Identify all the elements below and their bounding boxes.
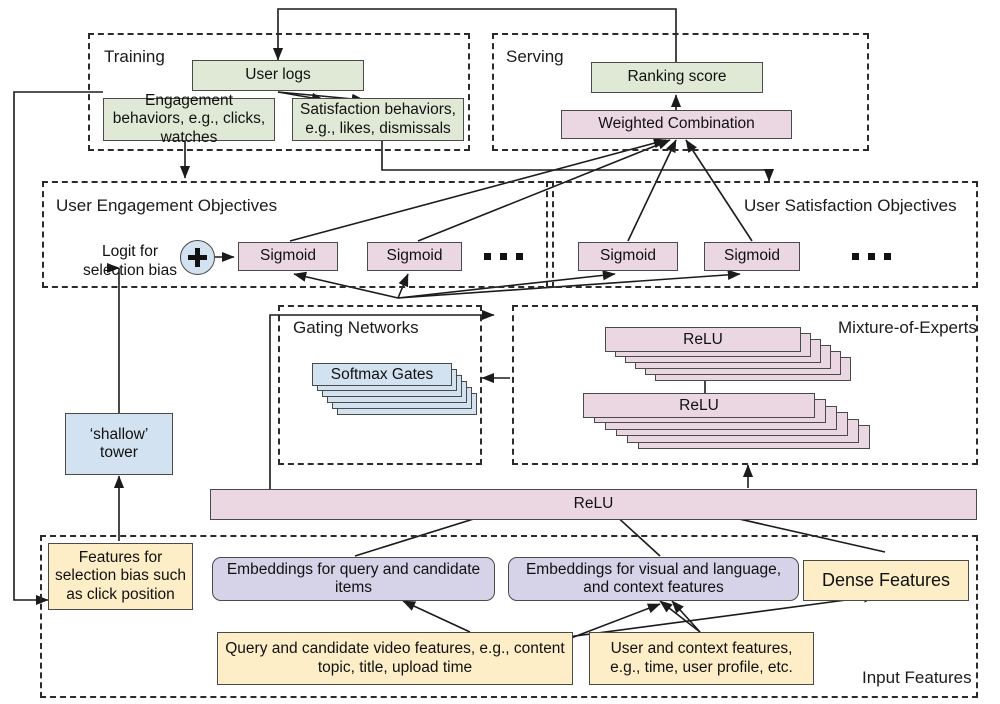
sigmoid-engagement-1[interactable]: Sigmoid (238, 242, 338, 271)
relu-expert-top-card-front: ReLU (605, 327, 801, 352)
node-engagement-behaviors[interactable]: Engagement behaviors, e.g., clicks, watc… (103, 92, 275, 146)
node-satisfaction-behaviors[interactable]: Satisfaction behaviors, e.g., likes, dis… (292, 98, 464, 141)
node-embeddings-visual[interactable]: Embeddings for visual and language, and … (508, 557, 799, 601)
architecture-diagram: Training Serving User Engagement Objecti… (0, 0, 1000, 704)
sigmoid-engagement-2[interactable]: Sigmoid (367, 242, 462, 271)
node-shallow-tower[interactable]: ‘shallow’ tower (65, 413, 173, 475)
node-weighted-combination[interactable]: Weighted Combination (561, 110, 792, 139)
group-satisfaction-objectives-label: User Satisfaction Objectives (744, 196, 957, 215)
node-user-context-features[interactable]: User and context features, e.g., time, u… (589, 632, 814, 685)
group-mixture-of-experts-label: Mixture-of-Experts (838, 318, 977, 337)
softmax-gates-stack[interactable]: Softmax Gates (312, 363, 477, 423)
relu-expert-bottom-card-front: ReLU (583, 393, 815, 418)
logit-selection-bias-caption: Logit for selection bias (83, 243, 177, 279)
group-training-label: Training (104, 47, 165, 66)
node-features-selection-bias[interactable]: Features for selection bias such as clic… (48, 543, 193, 610)
node-dense-features[interactable]: Dense Features (803, 560, 969, 601)
softmax-gates-card-front: Softmax Gates (312, 363, 452, 386)
relu-expert-top-stack[interactable]: ReLU (605, 327, 855, 387)
node-query-video-features[interactable]: Query and candidate video features, e.g.… (217, 632, 573, 685)
node-user-logs[interactable]: User logs (192, 60, 364, 91)
plus-icon (180, 240, 215, 275)
group-engagement-objectives-label: User Engagement Objectives (56, 196, 278, 215)
group-gating-networks-label: Gating Networks (293, 318, 419, 337)
relu-expert-bottom-stack[interactable]: ReLU (583, 393, 893, 455)
sigmoid-satisfaction-2[interactable]: Sigmoid (704, 242, 800, 271)
satisfaction-ellipsis (852, 253, 891, 260)
node-ranking-score[interactable]: Ranking score (591, 62, 763, 93)
group-serving-label: Serving (506, 47, 564, 66)
engagement-ellipsis (484, 253, 523, 260)
node-embeddings-query[interactable]: Embeddings for query and candidate items (212, 557, 495, 601)
group-input-features-label: Input Features (862, 668, 972, 687)
sigmoid-satisfaction-1[interactable]: Sigmoid (578, 242, 678, 271)
node-shared-relu[interactable]: ReLU (210, 489, 977, 520)
